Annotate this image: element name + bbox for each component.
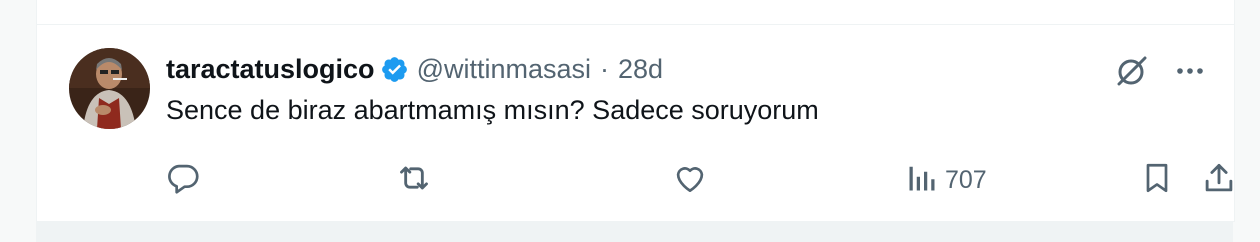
display-name[interactable]: taractatuslogico — [166, 54, 375, 85]
avatar-photo — [69, 48, 150, 129]
tweet-action-bar: 707 — [164, 160, 1233, 200]
bookmark-button[interactable] — [1139, 160, 1175, 200]
tweet[interactable]: taractatuslogico @wittinmasasi · 28d Sen… — [37, 25, 1234, 222]
more-icon[interactable] — [1174, 55, 1206, 87]
retweet-button[interactable] — [394, 160, 434, 200]
share-button[interactable] — [1200, 160, 1238, 200]
views-button[interactable]: 707 — [907, 160, 987, 200]
views-count: 707 — [945, 165, 987, 194]
like-icon — [671, 159, 709, 202]
reply-button[interactable] — [164, 160, 202, 200]
views-icon — [907, 163, 937, 198]
tweet-top-actions — [1112, 51, 1206, 91]
verified-badge-icon[interactable] — [380, 55, 409, 84]
share-icon — [1200, 159, 1238, 202]
page: taractatuslogico @wittinmasasi · 28d Sen… — [0, 0, 1260, 242]
handle[interactable]: @wittinmasasi — [417, 54, 591, 85]
bookmark-icon — [1139, 159, 1175, 202]
retweet-icon — [394, 158, 434, 203]
tweet-text: Sence de biraz abartmamış mısın? Sadece … — [166, 95, 819, 125]
grok-icon[interactable] — [1112, 51, 1152, 91]
reply-icon — [164, 159, 202, 202]
timestamp[interactable]: 28d — [618, 54, 663, 85]
previous-tweet-bottom — [37, 0, 1234, 25]
header-separator: · — [600, 53, 610, 84]
like-button[interactable] — [671, 160, 709, 200]
timeline-column: taractatuslogico @wittinmasasi · 28d Sen… — [36, 0, 1235, 222]
tweet-header: taractatuslogico @wittinmasasi · 28d — [166, 52, 663, 86]
avatar[interactable] — [69, 48, 150, 129]
next-section-strip — [36, 222, 1233, 242]
